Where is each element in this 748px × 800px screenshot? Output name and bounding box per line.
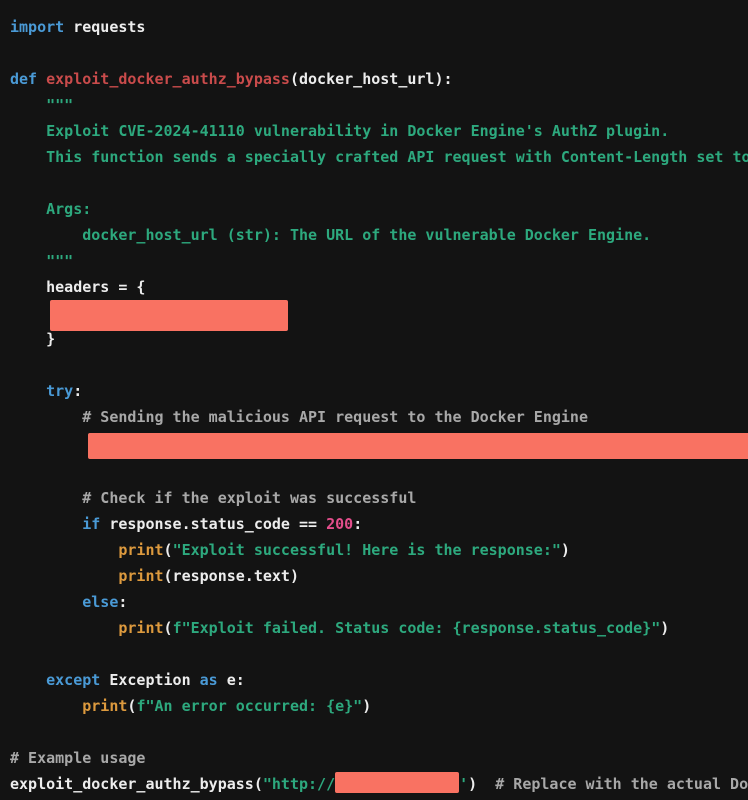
code-token: print [118,619,163,637]
code-line: headers = { [10,274,748,300]
code-line: print(f"An error occurred: {e}") [10,693,748,719]
code-token: ) [561,541,570,559]
code-token: """ [10,252,73,270]
code-token: : [353,515,362,533]
code-token: else [82,593,118,611]
code-token: This function sends a specially crafted … [10,148,748,166]
code-token: def [10,70,37,88]
code-token: 200 [326,515,353,533]
code-token: ) [660,619,669,637]
code-token [10,382,46,400]
code-token: (docker_host_url): [290,70,453,88]
code-token [10,697,82,715]
code-token: (response.text) [164,567,299,585]
code-token: print [82,697,127,715]
code-line: docker_host_url (str): The URL of the vu… [10,222,748,248]
code-token: Args: [10,200,91,218]
code-line: # Check if the exploit was successful [10,485,748,511]
code-line: } [10,326,748,352]
code-token [10,567,118,585]
code-line [10,352,748,378]
code-token: # Replace with the actual Doc [495,775,748,793]
code-line: Args: [10,196,748,222]
code-line: try: [10,378,748,404]
code-token: "Exploit successful! Here is the respons… [173,541,561,559]
code-token: ' [459,775,468,793]
code-token: exploit_docker_authz_bypass( [10,775,263,793]
redaction-box [88,433,748,459]
code-line: import requests [10,14,748,40]
code-token: response.status_code == [100,515,326,533]
code-line: def exploit_docker_authz_bypass(docker_h… [10,66,748,92]
code-token: as [200,671,218,689]
code-block: import requests def exploit_docker_authz_… [0,0,748,797]
code-line: print(response.text) [10,563,748,589]
code-token [10,593,82,611]
code-token: exploit_docker_authz_bypass [46,70,290,88]
code-line: """ [10,92,748,118]
code-token: Exception [100,671,199,689]
code-line [10,170,748,196]
code-token: : [118,593,127,611]
code-line [10,40,748,66]
code-line: This function sends a specially crafted … [10,144,748,170]
code-token [10,541,118,559]
code-token: f"An error occurred: {e}" [136,697,362,715]
code-line [10,433,748,459]
code-token: ( [164,541,173,559]
code-line: print(f"Exploit failed. Status code: {re… [10,615,748,641]
code-token: headers = { [10,278,145,296]
code-token [10,515,82,533]
code-token: } [10,330,55,348]
code-line: else: [10,589,748,615]
code-token: # Sending the malicious API request to t… [10,408,588,426]
code-line [10,641,748,667]
code-line: except Exception as e: [10,667,748,693]
code-token: """ [10,96,73,114]
code-line: exploit_docker_authz_bypass("http:// ') #… [10,771,748,797]
code-line [10,719,748,745]
code-line [10,300,748,326]
code-line [10,459,748,485]
code-token: docker_host_url (str): The URL of the vu… [10,226,651,244]
code-line: """ [10,248,748,274]
code-token: Exploit CVE-2024-41110 vulnerability in … [10,122,669,140]
code-token: # Example usage [10,749,145,767]
code-token: "http:// [263,775,335,793]
code-token [10,671,46,689]
redaction-box [335,772,459,793]
code-token [477,775,495,793]
code-line: # Sending the malicious API request to t… [10,404,748,430]
code-token [10,619,118,637]
code-editor: import requests def exploit_docker_authz_… [0,0,748,800]
code-token: ( [164,619,173,637]
code-token: ) [362,697,371,715]
code-token [37,70,46,88]
code-token: try [46,382,73,400]
code-line: Exploit CVE-2024-41110 vulnerability in … [10,118,748,144]
code-token: import [10,18,64,36]
code-token: e: [218,671,245,689]
code-token: f"Exploit failed. Status code: {response… [173,619,661,637]
code-token: if [82,515,100,533]
code-token: # Check if the exploit was successful [10,489,416,507]
code-token: ) [468,775,477,793]
code-token: : [73,382,82,400]
code-line: if response.status_code == 200: [10,511,748,537]
code-token: except [46,671,100,689]
code-token: print [118,541,163,559]
code-token: print [118,567,163,585]
code-token: requests [64,18,145,36]
code-line: print("Exploit successful! Here is the r… [10,537,748,563]
code-line: # Example usage [10,745,748,771]
